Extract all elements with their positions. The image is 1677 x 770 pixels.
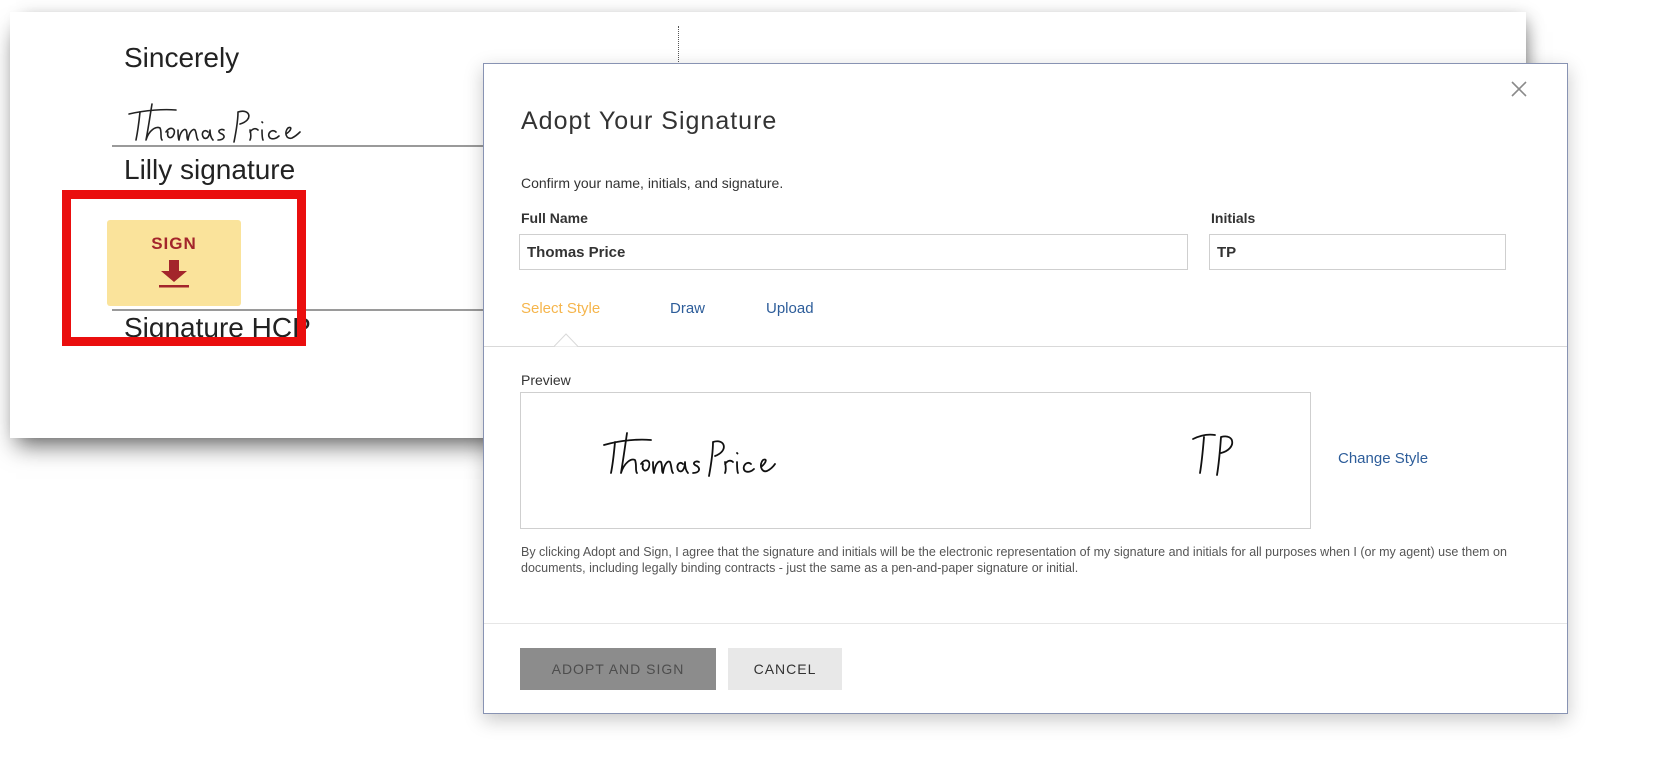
initials-label: Initials — [1211, 210, 1256, 226]
adopt-signature-dialog: Adopt Your Signature Confirm your name, … — [483, 63, 1568, 714]
tab-upload[interactable]: Upload — [766, 300, 814, 317]
full-name-label: Full Name — [521, 210, 588, 226]
tab-divider — [484, 346, 1567, 347]
change-style-link[interactable]: Change Style — [1338, 450, 1428, 467]
signer-label-lilly: Lilly signature — [124, 154, 296, 185]
preview-initials — [1192, 433, 1234, 476]
highlight-box — [62, 190, 306, 346]
tab-draw[interactable]: Draw — [670, 300, 705, 317]
dialog-subtitle: Confirm your name, initials, and signatu… — [521, 175, 784, 191]
tab-select-style[interactable]: Select Style — [521, 300, 600, 317]
close-icon[interactable] — [1508, 78, 1530, 100]
preview-label: Preview — [521, 372, 571, 388]
full-name-input[interactable] — [519, 234, 1188, 270]
active-tab-caret — [554, 333, 578, 347]
signature-line — [112, 145, 532, 147]
signature-preview — [520, 392, 1311, 529]
initials-input[interactable] — [1209, 234, 1506, 270]
preview-signature — [603, 432, 776, 477]
closing-text: Sincerely — [124, 42, 240, 73]
handwritten-signature — [128, 103, 301, 143]
cancel-button[interactable]: CANCEL — [728, 648, 842, 690]
adopt-and-sign-button[interactable]: ADOPT AND SIGN — [520, 648, 716, 690]
legal-disclaimer: By clicking Adopt and Sign, I agree that… — [521, 545, 1507, 575]
dialog-title: Adopt Your Signature — [521, 107, 778, 135]
footer-divider — [484, 623, 1567, 624]
